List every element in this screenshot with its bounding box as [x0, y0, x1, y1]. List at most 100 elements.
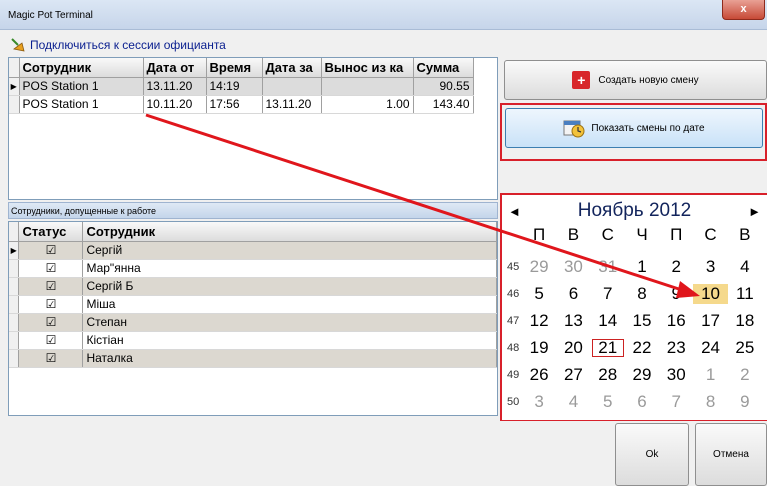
calendar-day[interactable]: 23 — [659, 338, 693, 358]
close-button[interactable]: x — [722, 0, 765, 20]
calendar-day[interactable]: 12 — [522, 311, 556, 331]
show-by-date-button[interactable]: Показать смены по дате — [505, 108, 763, 148]
window-title: Magic Pot Terminal — [8, 10, 93, 21]
calendar-day-selected[interactable]: 21 — [591, 338, 625, 358]
calendar-day[interactable]: 28 — [591, 365, 625, 385]
shifts-grid[interactable]: Сотрудник Дата от Время Дата за Вынос из… — [8, 57, 498, 200]
status-checkbox[interactable]: ☑ — [18, 259, 84, 278]
calendar-day[interactable]: 25 — [728, 338, 762, 358]
col-date-close[interactable]: Дата за — [262, 58, 322, 78]
calendar-day[interactable]: 30 — [556, 257, 590, 277]
plus-icon: + — [572, 71, 591, 89]
create-shift-label: Создать новую смену — [598, 74, 699, 86]
list-item[interactable]: ☑ Кістіан — [9, 331, 497, 350]
ok-button[interactable]: Ok — [615, 423, 689, 486]
connect-session-link[interactable]: Подключиться к сессии официанта — [10, 37, 226, 53]
col-withdrawal[interactable]: Вынос из ка — [321, 58, 414, 78]
calendar-header: ◄ Ноябрь 2012 ► — [502, 197, 767, 225]
calendar-week-row: 47 12 13 14 15 16 17 18 — [502, 309, 767, 332]
list-item[interactable]: ☑ Степан — [9, 313, 497, 332]
show-by-date-label: Показать смены по дате — [591, 122, 705, 134]
calendar[interactable]: ◄ Ноябрь 2012 ► П В С Ч П С В 45 29 30 3… — [502, 195, 767, 420]
status-checkbox[interactable]: ☑ — [18, 295, 84, 314]
calendar-day[interactable]: 26 — [522, 365, 556, 385]
calendar-day[interactable]: 31 — [591, 257, 625, 277]
week-number: 50 — [507, 395, 520, 408]
row-indicator-icon: ▶ — [9, 241, 20, 260]
status-checkbox[interactable]: ☑ — [18, 241, 84, 260]
status-checkbox[interactable]: ☑ — [18, 277, 84, 296]
create-shift-button[interactable]: + Создать новую смену — [504, 60, 767, 100]
table-row[interactable]: POS Station 1 10.11.20 17:56 13.11.20 1.… — [9, 95, 474, 114]
status-checkbox[interactable]: ☑ — [18, 349, 84, 368]
calendar-day[interactable]: 2 — [728, 365, 762, 385]
calendar-week-row: 49 26 27 28 29 30 1 2 — [502, 363, 767, 386]
status-checkbox[interactable]: ☑ — [18, 331, 84, 350]
list-item[interactable]: ☑ Міша — [9, 295, 497, 314]
calendar-day[interactable]: 11 — [728, 284, 762, 304]
staff-panel-title: Сотрудники, допущенные к работе — [8, 202, 498, 219]
calendar-day[interactable]: 9 — [659, 284, 693, 304]
calendar-day[interactable]: 27 — [556, 365, 590, 385]
weekday-row: П В С Ч П С В — [533, 225, 751, 244]
week-number: 48 — [507, 341, 520, 354]
row-indicator-icon: ▶ — [9, 77, 20, 96]
calendar-day[interactable]: 30 — [659, 365, 693, 385]
calendar-week-row: 50 3 4 5 6 7 8 9 — [502, 390, 767, 413]
week-number: 47 — [507, 314, 520, 327]
list-item[interactable]: ▶ ☑ Сергій — [9, 241, 497, 260]
connect-session-label: Подключиться к сессии официанта — [30, 38, 226, 52]
calendar-day[interactable]: 14 — [591, 311, 625, 331]
calendar-day[interactable]: 8 — [693, 392, 727, 412]
calendar-day[interactable]: 9 — [728, 392, 762, 412]
calendar-day[interactable]: 6 — [556, 284, 590, 304]
status-checkbox[interactable]: ☑ — [18, 313, 84, 332]
week-number: 45 — [507, 260, 520, 273]
list-item[interactable]: ☑ Сергій Б — [9, 277, 497, 296]
staff-header-row: Статус Сотрудник — [9, 222, 497, 242]
calendar-day[interactable]: 2 — [659, 257, 693, 277]
col-status[interactable]: Статус — [18, 222, 84, 242]
calendar-day[interactable]: 29 — [625, 365, 659, 385]
calendar-day[interactable]: 6 — [625, 392, 659, 412]
calendar-day[interactable]: 8 — [625, 284, 659, 304]
calendar-day[interactable]: 19 — [522, 338, 556, 358]
col-staff[interactable]: Сотрудник — [82, 222, 497, 242]
calendar-day[interactable]: 15 — [625, 311, 659, 331]
calendar-day[interactable]: 5 — [591, 392, 625, 412]
calendar-day[interactable]: 7 — [659, 392, 693, 412]
calendar-week-row: 46 5 6 7 8 9 10 11 — [502, 282, 767, 305]
calendar-day[interactable]: 29 — [522, 257, 556, 277]
col-employee[interactable]: Сотрудник — [19, 58, 144, 78]
calendar-week-row: 48 19 20 21 22 23 24 25 — [502, 336, 767, 359]
calendar-day[interactable]: 1 — [693, 365, 727, 385]
calendar-day[interactable]: 1 — [625, 257, 659, 277]
calendar-month-title: Ноябрь 2012 — [577, 200, 692, 221]
cancel-button[interactable]: Отмена — [695, 423, 767, 486]
calendar-day[interactable]: 22 — [625, 338, 659, 358]
calendar-day[interactable]: 18 — [728, 311, 762, 331]
calendar-day[interactable]: 3 — [693, 257, 727, 277]
calendar-day[interactable]: 3 — [522, 392, 556, 412]
calendar-day[interactable]: 13 — [556, 311, 590, 331]
list-item[interactable]: ☑ Наталка — [9, 349, 497, 368]
week-number: 46 — [507, 287, 520, 300]
calendar-day[interactable]: 16 — [659, 311, 693, 331]
calendar-day-highlighted[interactable]: 10 — [693, 283, 728, 304]
next-month-icon[interactable]: ► — [742, 204, 767, 219]
calendar-day[interactable]: 4 — [728, 257, 762, 277]
prev-month-icon[interactable]: ◄ — [502, 204, 527, 219]
calendar-day[interactable]: 4 — [556, 392, 590, 412]
list-item[interactable]: ☑ Мар"янна — [9, 259, 497, 278]
calendar-day[interactable]: 17 — [693, 311, 727, 331]
table-row[interactable]: ▶ POS Station 1 13.11.20 14:19 90.55 — [9, 77, 474, 96]
calendar-day[interactable]: 24 — [693, 338, 727, 358]
calendar-clock-icon — [563, 120, 585, 138]
col-date-open[interactable]: Дата от — [143, 58, 207, 78]
col-time[interactable]: Время — [206, 58, 263, 78]
calendar-day[interactable]: 7 — [591, 284, 625, 304]
staff-grid[interactable]: Статус Сотрудник ▶ ☑ Сергій ☑ Мар"янна ☑ Сер… — [8, 221, 498, 416]
col-sum[interactable]: Сумма — [413, 58, 474, 78]
calendar-day[interactable]: 5 — [522, 284, 556, 304]
calendar-day[interactable]: 20 — [556, 338, 590, 358]
